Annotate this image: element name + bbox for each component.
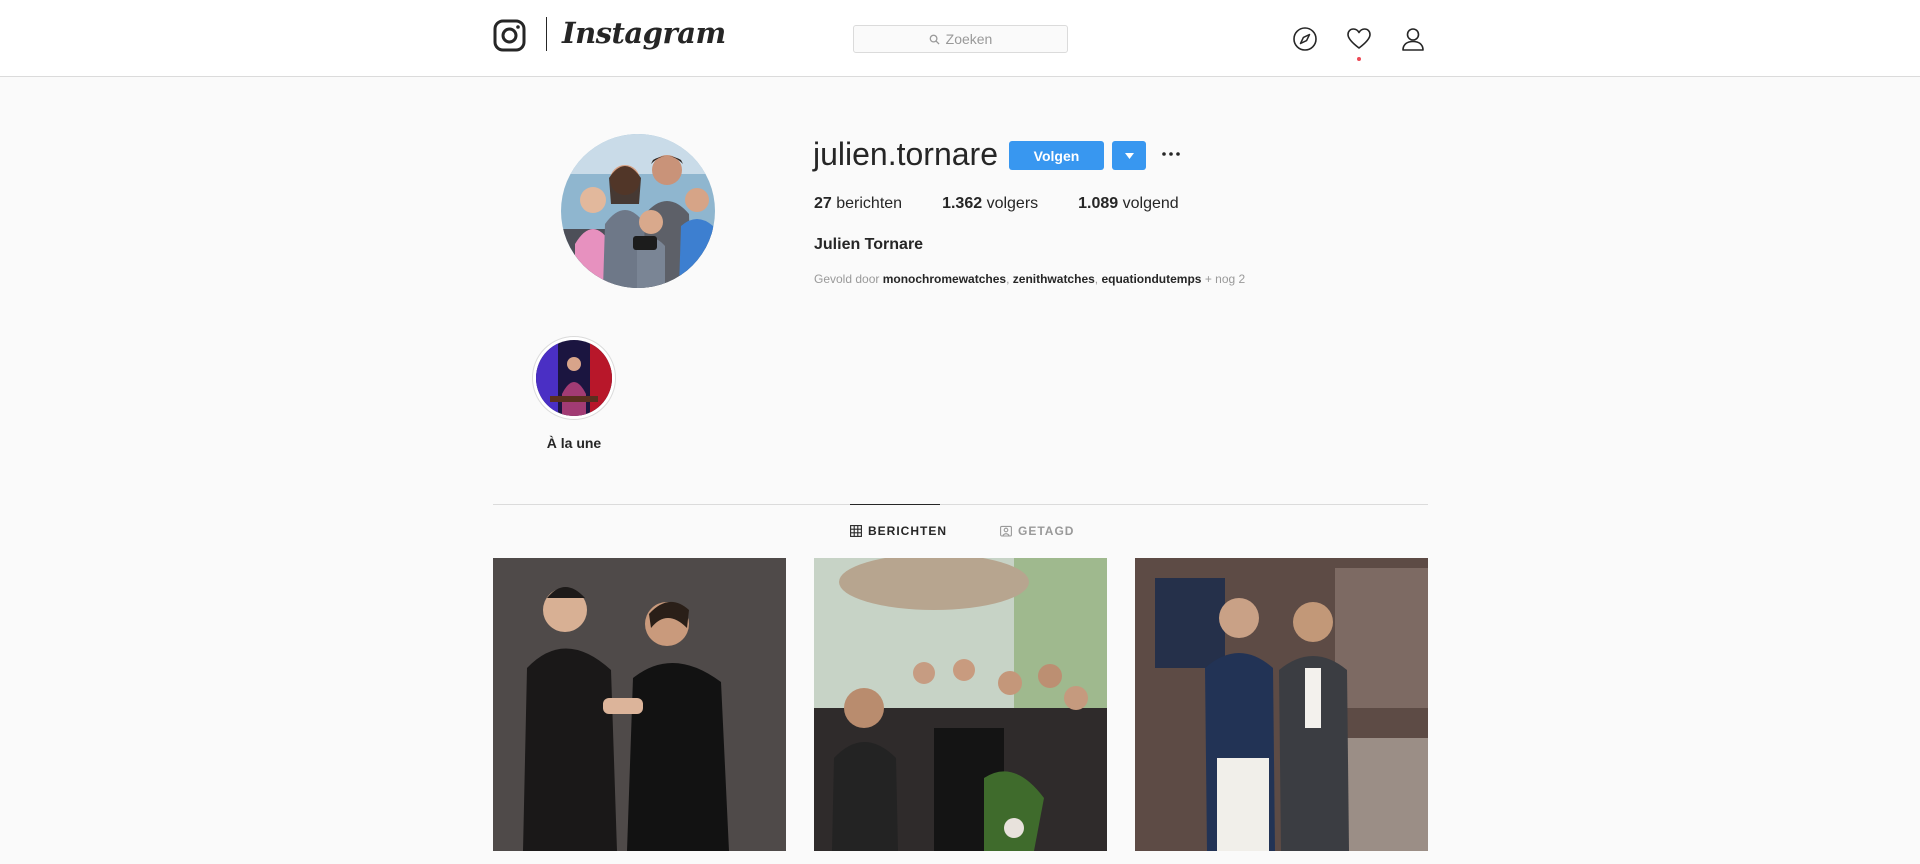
followed-by-line: Gevold door monochromewatches, zenithwat…	[814, 272, 1246, 286]
post-thumbnail[interactable]	[814, 558, 1107, 851]
highlight-cover	[536, 340, 612, 416]
ellipsis-icon	[1162, 152, 1180, 156]
tab-tagged[interactable]: GETAGD	[1000, 524, 1074, 538]
tagged-person-icon	[1000, 525, 1012, 537]
search-placeholder: Zoeken	[945, 31, 993, 47]
story-highlight[interactable]: À la une	[530, 336, 618, 451]
followers-count: 1.362	[942, 195, 983, 212]
following-count: 1.089	[1078, 195, 1119, 212]
followers-stat[interactable]: 1.362 volgers	[942, 195, 1038, 213]
followed-by-account-2[interactable]: zenithwatches	[1013, 272, 1095, 286]
post-photo	[1135, 558, 1428, 851]
profile-username: julien.tornare	[813, 136, 998, 172]
instagram-wordmark[interactable]: Instagram	[562, 16, 726, 50]
suggestions-dropdown-button[interactable]	[1112, 141, 1146, 170]
grid-icon	[850, 525, 862, 537]
posts-count: 27	[814, 195, 832, 212]
posts-count-stat: 27 berichten	[814, 195, 902, 213]
post-photo	[493, 558, 786, 851]
camera-logo-icon[interactable]	[493, 19, 526, 52]
profile-full-name: Julien Tornare	[814, 236, 924, 253]
notification-dot	[1357, 57, 1361, 61]
tab-posts-label: BERICHTEN	[868, 524, 948, 538]
profile-person-icon[interactable]	[1400, 26, 1426, 52]
highlight-ring	[532, 336, 616, 420]
tab-tagged-label: GETAGD	[1018, 524, 1075, 538]
avatar-photo	[561, 134, 715, 288]
highlight-label: À la une	[546, 435, 602, 451]
post-photo	[814, 558, 1107, 851]
active-tab-indicator	[850, 504, 940, 505]
more-options-button[interactable]	[1160, 143, 1182, 165]
followed-by-more[interactable]: + nog 2	[1205, 272, 1245, 286]
caret-down-icon	[1124, 152, 1134, 159]
activity-heart-icon[interactable]	[1346, 26, 1372, 52]
followed-by-account-1[interactable]: monochromewatches	[883, 272, 1006, 286]
following-label: volgend	[1122, 195, 1179, 212]
search-icon	[929, 34, 940, 45]
top-navigation-bar: Instagram Zoeken	[0, 0, 1920, 77]
profile-stats: 27 berichten 1.362 volgers 1.089 volgend	[814, 195, 1219, 213]
post-thumbnail[interactable]	[1135, 558, 1428, 851]
explore-compass-icon[interactable]	[1292, 26, 1318, 52]
followed-by-account-3[interactable]: equationdutemps	[1101, 272, 1201, 286]
search-input[interactable]: Zoeken	[853, 25, 1068, 53]
post-thumbnail[interactable]	[493, 558, 786, 851]
following-stat[interactable]: 1.089 volgend	[1078, 195, 1179, 213]
follow-button[interactable]: Volgen	[1009, 141, 1104, 170]
profile-avatar[interactable]	[561, 134, 715, 288]
tabs-divider	[493, 504, 1428, 505]
followed-by-prefix: Gevold door	[814, 272, 880, 286]
tab-posts[interactable]: BERICHTEN	[850, 524, 947, 538]
posts-label: berichten	[836, 195, 903, 212]
logo-divider	[546, 17, 547, 51]
followers-label: volgers	[986, 195, 1039, 212]
